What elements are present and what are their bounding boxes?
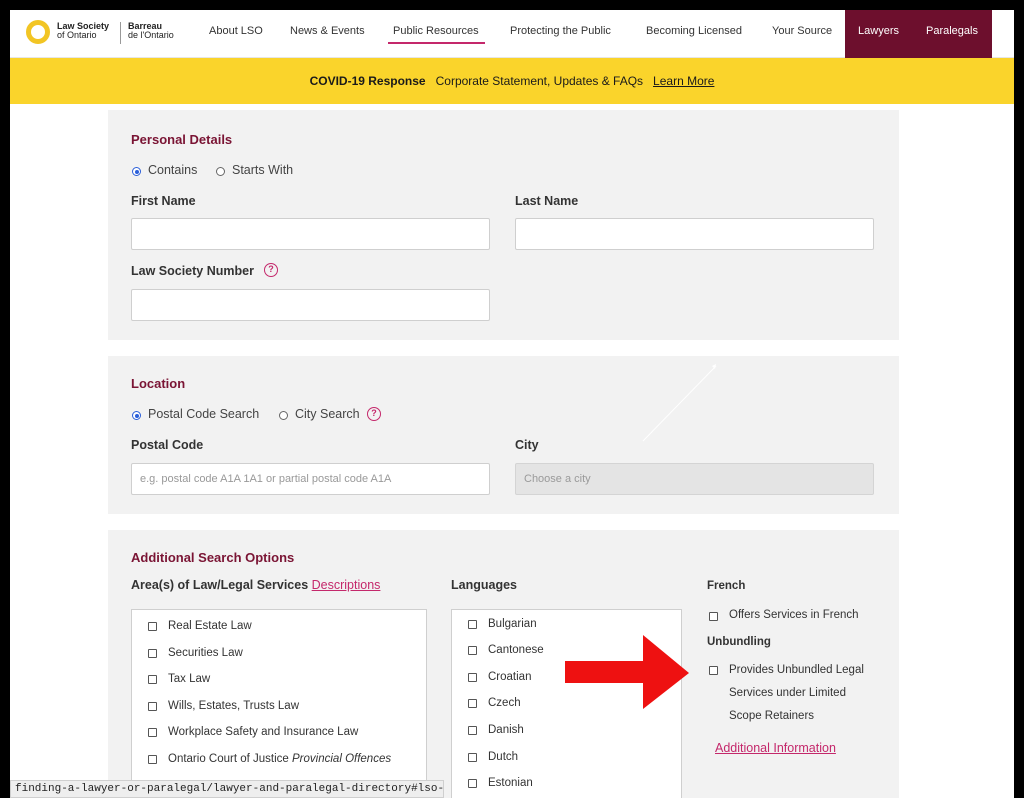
estonian-checkbox[interactable]	[468, 779, 477, 788]
decorative-line	[642, 364, 717, 442]
logo-en-line2: of Ontario	[57, 30, 97, 40]
areas-of-law-label-text: Area(s) of Law/Legal Services	[131, 578, 309, 592]
wills-checkbox[interactable]	[148, 702, 157, 711]
location-title: Location	[131, 376, 186, 391]
language-item: Estonian	[488, 777, 533, 789]
city-search-label: City Search	[295, 407, 360, 421]
browser-status-url: finding-a-lawyer-or-paralegal/lawyer-and…	[10, 780, 444, 798]
unbundling-label: Unbundling	[707, 636, 771, 648]
language-item: Czech	[488, 697, 521, 709]
logo-fr-line2: de l'Ontario	[128, 30, 174, 40]
croatian-checkbox[interactable]	[468, 673, 477, 682]
last-name-label: Last Name	[515, 194, 579, 208]
personal-details-title: Personal Details	[131, 132, 233, 147]
top-navigation: Law Society of Ontario Barreau de l'Onta…	[10, 10, 1014, 58]
banner-learn-more-link[interactable]: Learn More	[653, 74, 714, 88]
area-item-text: Ontario Court of Justice	[168, 753, 289, 765]
nav-public-resources[interactable]: Public Resources	[388, 10, 485, 58]
nav-about-lso[interactable]: About LSO	[209, 10, 263, 58]
securities-checkbox[interactable]	[148, 649, 157, 658]
unbundled-line1: Provides Unbundled Legal	[729, 664, 864, 676]
lso-number-input[interactable]	[131, 289, 490, 321]
language-item: Danish	[488, 724, 524, 736]
areas-of-law-list[interactable]: Real Estate Law Securities Law Tax Law W…	[131, 609, 427, 798]
additional-options-panel: Additional Search Options Area(s) of Law…	[108, 530, 899, 798]
unbundled-services-checkbox[interactable]	[709, 666, 718, 675]
logo-english[interactable]: Law Society of Ontario	[57, 22, 109, 40]
postal-code-label: Postal Code	[131, 438, 204, 452]
area-item: Wills, Estates, Trusts Law	[168, 700, 300, 712]
language-item: Croatian	[488, 671, 532, 683]
first-name-input[interactable]	[131, 218, 490, 250]
area-item: Real Estate Law	[168, 620, 252, 632]
area-item: Tax Law	[168, 673, 211, 685]
unbundled-line3: Scope Retainers	[729, 710, 815, 722]
areas-of-law-label: Area(s) of Law/Legal Services Descriptio…	[131, 578, 380, 592]
additional-options-title: Additional Search Options	[131, 550, 295, 565]
browser-viewport: Law Society of Ontario Barreau de l'Onta…	[10, 10, 1014, 798]
language-item: Dutch	[488, 751, 519, 763]
french-services-label: Offers Services in French	[729, 609, 859, 621]
banner-title: COVID-19 Response	[309, 74, 426, 88]
lso-logo-icon[interactable]	[26, 20, 50, 44]
dutch-checkbox[interactable]	[468, 753, 477, 762]
lso-number-help-icon[interactable]: ?	[264, 263, 278, 277]
nav-news-events[interactable]: News & Events	[290, 10, 365, 58]
starts-with-label: Starts With	[232, 163, 294, 177]
area-item: Securities Law	[168, 647, 243, 659]
bulgarian-checkbox[interactable]	[468, 620, 477, 629]
postal-code-input[interactable]: e.g. postal code A1A 1A1 or partial post…	[131, 463, 490, 495]
workplace-safety-checkbox[interactable]	[148, 728, 157, 737]
nav-protecting-public[interactable]: Protecting the Public	[510, 10, 611, 58]
location-help-icon[interactable]: ?	[367, 407, 381, 421]
cantonese-checkbox[interactable]	[468, 646, 477, 655]
first-name-label: First Name	[131, 194, 196, 208]
city-label: City	[515, 438, 539, 452]
language-item: Cantonese	[488, 644, 544, 656]
nav-paralegals[interactable]: Paralegals	[912, 10, 992, 58]
last-name-input[interactable]	[515, 218, 874, 250]
postal-code-search-radio[interactable]	[132, 411, 141, 420]
ontario-court-checkbox[interactable]	[148, 755, 157, 764]
city-select[interactable]: Choose a city	[515, 463, 874, 495]
language-item: Bulgarian	[488, 618, 537, 630]
danish-checkbox[interactable]	[468, 726, 477, 735]
additional-information-link[interactable]: Additional Information	[715, 741, 836, 755]
nav-becoming-licensed[interactable]: Becoming Licensed	[646, 10, 742, 58]
personal-details-panel: Personal Details Contains Starts With Fi…	[108, 110, 899, 340]
unbundled-line2: Services under Limited	[729, 687, 846, 699]
nav-lawyers[interactable]: Lawyers	[845, 10, 912, 58]
contains-label: Contains	[148, 163, 198, 177]
covid-banner: COVID-19 Response Corporate Statement, Up…	[10, 58, 1014, 104]
area-item: Workplace Safety and Insurance Law	[168, 726, 359, 738]
nav-your-source[interactable]: Your Source	[772, 10, 832, 58]
starts-with-radio[interactable]	[216, 167, 225, 176]
real-estate-checkbox[interactable]	[148, 622, 157, 631]
descriptions-link[interactable]: Descriptions	[312, 578, 381, 592]
french-services-checkbox[interactable]	[709, 612, 718, 621]
postal-code-search-label: Postal Code Search	[148, 407, 260, 421]
banner-text: Corporate Statement, Updates & FAQs	[435, 74, 644, 88]
languages-label: Languages	[451, 578, 517, 592]
lso-number-label: Law Society Number	[131, 264, 254, 278]
area-item-italic: Provincial Offences	[292, 753, 392, 765]
logo-french[interactable]: Barreau de l'Ontario	[128, 22, 174, 40]
czech-checkbox[interactable]	[468, 699, 477, 708]
city-search-radio[interactable]	[279, 411, 288, 420]
location-panel: Location Postal Code Search City Search …	[108, 356, 899, 514]
area-item: Ontario Court of Justice Provincial Offe…	[168, 753, 391, 765]
page-content: Personal Details Contains Starts With Fi…	[10, 104, 1014, 798]
tax-checkbox[interactable]	[148, 675, 157, 684]
contains-radio[interactable]	[132, 167, 141, 176]
red-arrow-icon	[565, 635, 689, 709]
logo-divider	[120, 22, 121, 44]
french-label: French	[707, 580, 746, 592]
